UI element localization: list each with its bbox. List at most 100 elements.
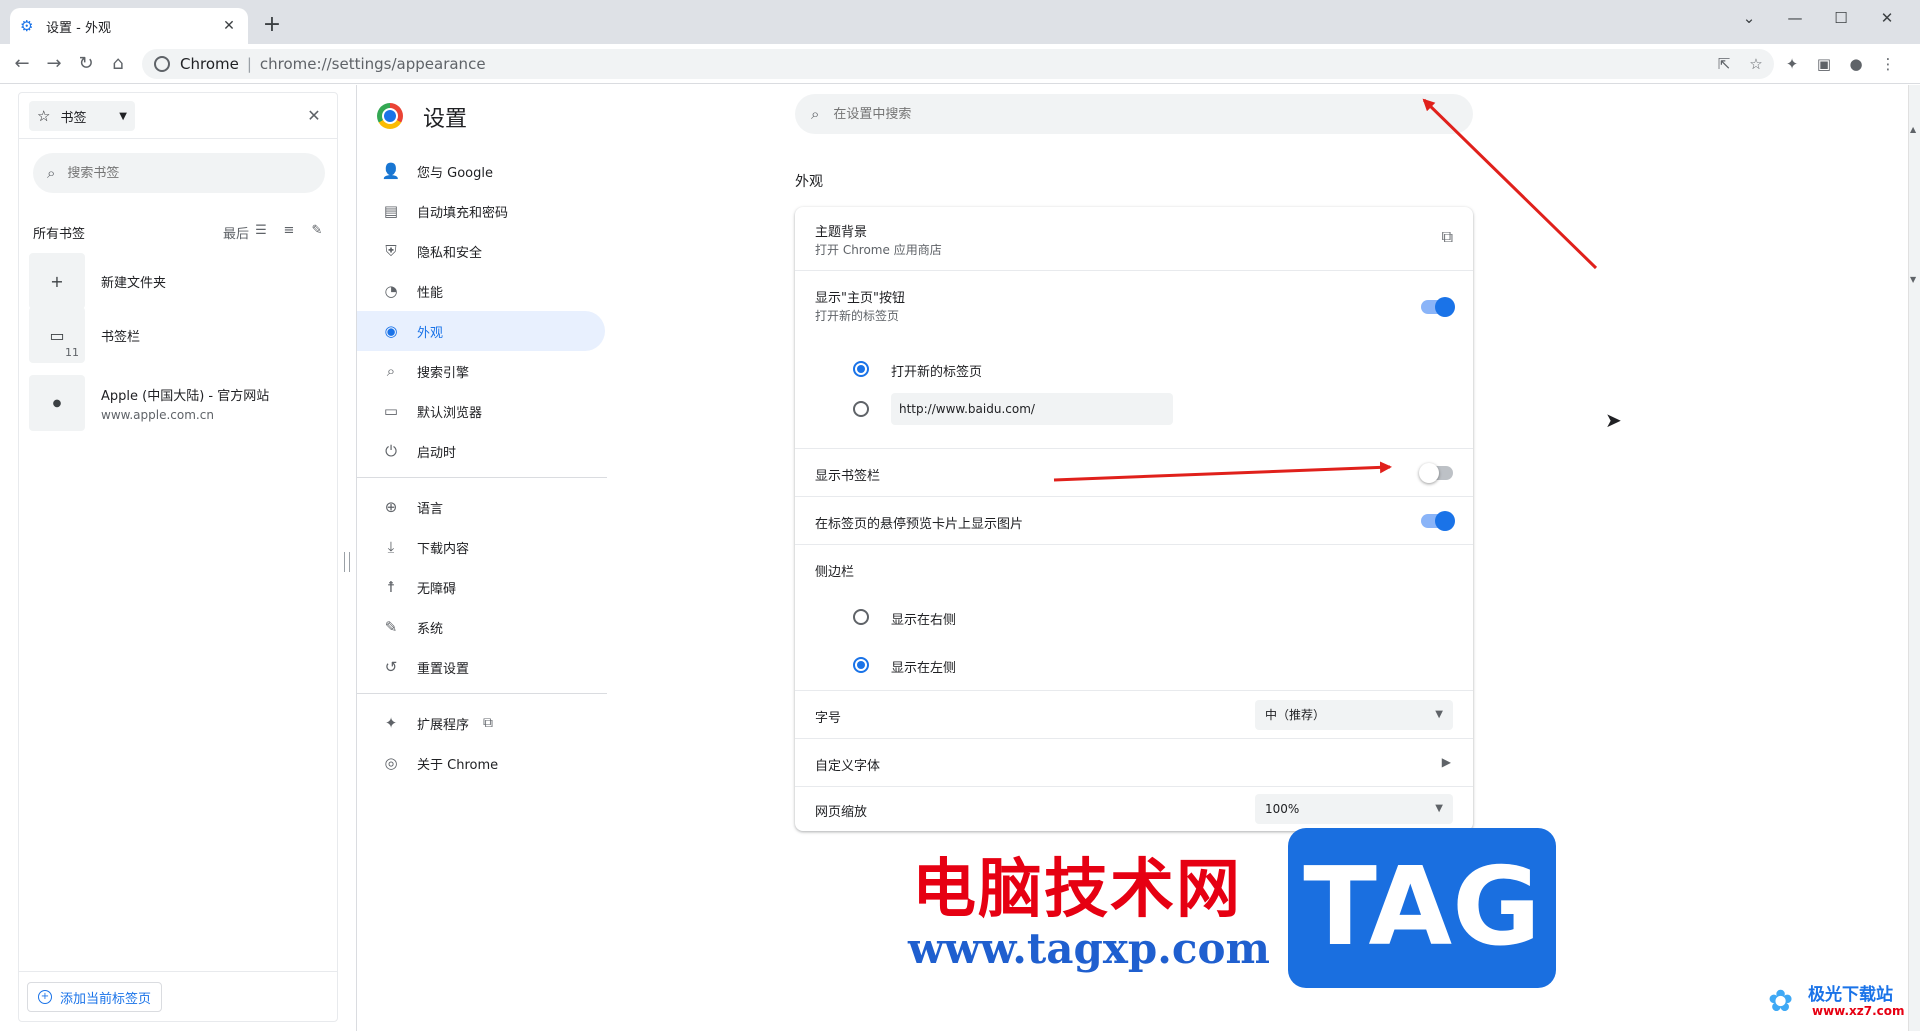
omnibox-separator: | [246,55,252,73]
nav-item-autofill[interactable]: ▤ 自动填充和密码 [357,191,605,231]
star-icon[interactable]: ☆ [1742,49,1770,79]
nav-label: 搜索引擎 [417,365,470,381]
address-bar[interactable]: Chrome | chrome://settings/appearance ⇱ … [142,49,1774,79]
bookmarks-bar-row[interactable]: 显示书签栏 [795,449,1473,497]
forward-icon[interactable]: → [40,50,68,78]
maximize-icon[interactable]: ☐ [1818,4,1864,32]
radio-side-left[interactable] [853,657,869,673]
bookmarks-side-panel: ☆ 书签 ▼ ✕ ⌕ 所有书签 最后 ☰ ≡ ✎ + 新建文件夹 ▭ 11 书签… [18,92,338,1022]
folder-glyph: ▭ [49,325,65,345]
list-item[interactable]: ● Apple (中国大陆) - 官方网站 www.apple.com.cn [29,375,329,431]
tab-close-icon[interactable]: ✕ [220,17,238,35]
font-size-select[interactable]: 中（推荐） ▼ [1255,700,1453,730]
profile-icon[interactable]: ● [1842,50,1870,78]
theme-row[interactable]: 主题背景 打开 Chrome 应用商店 ⧉ [795,207,1473,271]
close-icon[interactable]: ✕ [303,105,325,127]
nav-item-you-and-google[interactable]: 👤 您与 Google [357,151,605,191]
radio-new-tab[interactable] [853,361,869,377]
nav-item-on-startup[interactable]: ⏻ 启动时 [357,431,605,471]
folder-icon: ▭ 11 [29,307,85,363]
radio-custom-url[interactable] [853,401,869,417]
home-icon[interactable]: ⌂ [104,50,132,78]
wrench-icon: ✎ [384,618,398,636]
scroll-up-icon[interactable]: ▲ [1910,125,1916,134]
nav-item-languages[interactable]: ⊕ 语言 [357,487,605,527]
list-item[interactable]: + 新建文件夹 [29,253,329,309]
toolbar: ← → ↻ ⌂ Chrome | chrome://settings/appea… [0,44,1920,84]
settings-search[interactable]: ⌕ [795,94,1473,134]
nav-item-performance[interactable]: ◔ 性能 [357,271,605,311]
minimize-icon[interactable]: — [1772,4,1818,32]
nav-divider [357,693,607,694]
nav-item-downloads[interactable]: ⤓ 下载内容 [357,527,605,567]
speedometer-icon: ◔ [384,282,398,300]
nav-item-appearance[interactable]: ◉ 外观 [357,311,605,351]
nav-label: 自动填充和密码 [417,205,509,221]
appearance-card: 主题背景 打开 Chrome 应用商店 ⧉ 显示"主页"按钮 打开新的标签页 打… [795,207,1473,831]
hover-preview-row[interactable]: 在标签页的悬停预览卡片上显示图片 [795,497,1473,545]
side-panel-selector-label: 书签 [60,110,87,126]
nav-label: 重置设置 [417,661,470,677]
list-item-title: 书签栏 [101,329,141,345]
list-item[interactable]: ▭ 11 书签栏 [29,307,329,363]
star-icon: ☆ [37,107,51,125]
nav-label: 默认浏览器 [417,405,483,421]
corner-watermark-url: www.xz7.com [1812,1004,1905,1018]
home-button-sub: 打开新的标签页 [815,309,900,323]
radio-side-right-label: 显示在右侧 [891,613,957,628]
nav-item-default-browser[interactable]: ▭ 默认浏览器 [357,391,605,431]
home-button-toggle[interactable] [1421,297,1455,317]
nav-label: 系统 [417,621,444,637]
hover-preview-toggle[interactable] [1421,511,1455,531]
tab-settings-appearance[interactable]: ⚙ 设置 - 外观 ✕ [10,8,248,44]
custom-url-field[interactable]: http://www.baidu.com/ [891,393,1173,425]
palette-icon: ◉ [384,322,398,340]
external-link-icon: ⧉ [483,715,494,731]
menu-icon[interactable]: ⋮ [1874,50,1902,78]
bookmark-search[interactable]: ⌕ [33,153,325,193]
extensions-icon[interactable]: ✦ [1778,50,1806,78]
nav-item-system[interactable]: ✎ 系统 [357,607,605,647]
nav-label: 关于 Chrome [417,757,499,773]
nav-label: 性能 [417,285,444,301]
tab-search-icon[interactable]: ⌄ [1726,4,1772,32]
reload-icon[interactable]: ↻ [72,50,100,78]
window-close-icon[interactable]: ✕ [1864,4,1910,32]
page-zoom-select[interactable]: 100% ▼ [1255,794,1453,824]
nav-label: 语言 [417,501,444,517]
plus-icon: + [29,253,85,309]
new-tab-button[interactable]: + [258,12,286,40]
folder-count: 11 [65,346,79,359]
back-icon[interactable]: ← [8,50,36,78]
list-view-icon[interactable]: ≡ [279,221,299,241]
omnibox-url[interactable]: chrome://settings/appearance [260,55,486,73]
nav-item-reset[interactable]: ↺ 重置设置 [357,647,605,687]
nav-item-about-chrome[interactable]: ◎ 关于 Chrome [357,743,605,783]
filter-icon[interactable]: ☰ [251,221,271,241]
share-icon[interactable]: ⇱ [1710,49,1738,79]
add-current-tab-button[interactable]: + 添加当前标签页 [27,982,163,1012]
nav-item-privacy[interactable]: ⛨ 隐私和安全 [357,231,605,271]
page-scrollbar[interactable]: ▲ ▼ [1908,85,1920,1031]
settings-search-input[interactable] [833,106,1394,122]
radio-side-left-label: 显示在左侧 [891,661,957,676]
nav-item-extensions[interactable]: ✦ 扩展程序 ⧉ [357,703,605,743]
download-icon: ⤓ [387,538,395,556]
scroll-down-icon[interactable]: ▼ [1910,275,1916,284]
side-panel-resize-handle[interactable] [344,552,350,572]
external-link-icon[interactable]: ⧉ [1442,227,1453,247]
sort-button[interactable]: 最后 [223,223,249,242]
side-panel-icon[interactable]: ▣ [1810,50,1838,78]
bookmarks-bar-toggle[interactable] [1419,463,1453,483]
side-panel-selector[interactable]: ☆ 书签 ▼ [29,101,135,131]
shield-icon: ⛨ [385,242,397,260]
bookmark-search-input[interactable] [67,165,288,181]
custom-fonts-label: 自定义字体 [815,759,881,774]
home-button-row: 显示"主页"按钮 打开新的标签页 打开新的标签页 http://www.baid… [795,271,1473,449]
nav-item-accessibility[interactable]: ☨ 无障碍 [357,567,605,607]
nav-item-search-engine[interactable]: ⌕ 搜索引擎 [357,351,605,391]
custom-fonts-row[interactable]: 自定义字体 ▶ [795,739,1473,787]
edit-icon[interactable]: ✎ [307,221,327,241]
radio-side-right[interactable] [853,609,869,625]
side-panel-row: 侧边栏 显示在右侧 显示在左侧 [795,545,1473,691]
